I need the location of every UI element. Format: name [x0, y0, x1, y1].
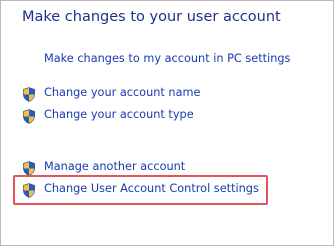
- manage-another-account-link[interactable]: Manage another account: [44, 160, 185, 173]
- page-title: Make changes to your user account: [22, 9, 281, 25]
- pc-settings-link[interactable]: Make changes to my account in PC setting…: [44, 52, 290, 65]
- user-accounts-panel: [0, 0, 334, 246]
- uac-shield-icon: [23, 183, 35, 198]
- uac-settings-link[interactable]: Change User Account Control settings: [44, 182, 259, 195]
- uac-shield-icon: [23, 87, 35, 102]
- uac-shield-icon: [23, 161, 35, 176]
- uac-shield-icon: [23, 109, 35, 124]
- change-account-name-link[interactable]: Change your account name: [44, 86, 200, 99]
- change-account-type-link[interactable]: Change your account type: [44, 108, 194, 121]
